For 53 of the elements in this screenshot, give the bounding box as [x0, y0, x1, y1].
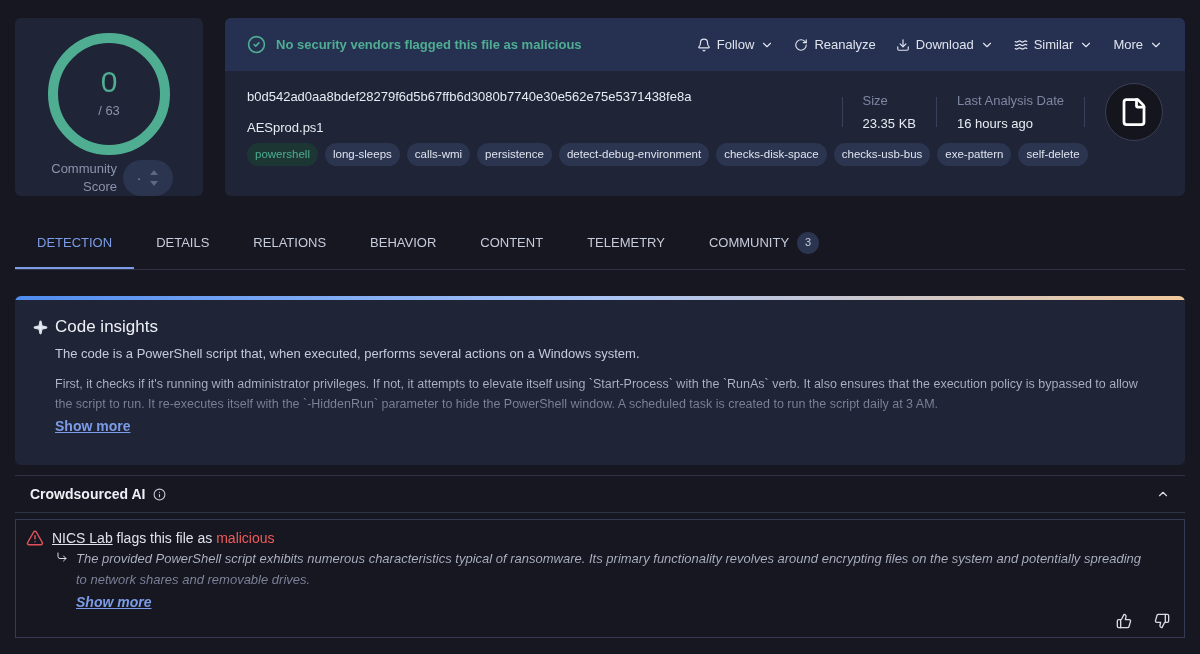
- tag[interactable]: long-sleeps: [325, 143, 400, 167]
- sparkle-icon: [33, 320, 48, 335]
- tag[interactable]: checks-usb-bus: [833, 143, 931, 167]
- file-name: AESprod.ps1: [247, 119, 324, 137]
- warning-icon: [26, 529, 44, 547]
- reply-arrow-icon: [56, 551, 68, 563]
- tab[interactable]: TELEMETRY: [565, 218, 687, 269]
- stat-value: 23.35 KB: [862, 114, 917, 133]
- tab[interactable]: CONTENT: [458, 218, 566, 269]
- tag[interactable]: checks-disk-space: [716, 143, 827, 167]
- detection-count: 0: [100, 67, 118, 98]
- thumbs-down-icon[interactable]: [1154, 613, 1170, 629]
- check-circle-icon: [247, 35, 266, 54]
- show-more-link[interactable]: Show more: [76, 594, 152, 610]
- card-title: Code insights: [55, 316, 159, 338]
- insight-paragraph: The code is a PowerShell script that, when executed, performs several actions on a Windows system.: [55, 344, 641, 363]
- section-title: Crowdsourced AI: [30, 485, 146, 504]
- tab[interactable]: DETAILS: [134, 218, 232, 269]
- tag[interactable]: detect-debug-environment: [558, 143, 710, 167]
- wavy-lines-icon: [1013, 37, 1028, 52]
- source-link[interactable]: NICS Lab: [52, 530, 113, 546]
- download-icon: [895, 37, 910, 52]
- refresh-icon: [794, 37, 809, 52]
- engine-total: / 63: [98, 102, 120, 121]
- tab[interactable]: COMMUNITY 3: [686, 218, 842, 269]
- verdict-text: No security vendors flagged this file as malicious: [276, 35, 582, 54]
- count-badge: 3: [797, 231, 820, 254]
- tag[interactable]: self-delete: [1018, 143, 1088, 167]
- tag[interactable]: powershell: [247, 143, 318, 167]
- stat-value: 16 hours ago: [957, 114, 1033, 133]
- tab[interactable]: BEHAVIOR: [348, 218, 459, 269]
- tag[interactable]: persistence: [477, 143, 552, 167]
- stat-label: Size: [862, 92, 888, 110]
- action-button[interactable]: Follow: [696, 34, 775, 55]
- action-button[interactable]: Download: [895, 34, 994, 55]
- verdict-line: NICS Lab flags this file as malicious: [52, 529, 275, 548]
- bell-icon: [696, 37, 711, 52]
- tag[interactable]: calls-wmi: [406, 143, 471, 167]
- tab[interactable]: DETECTION: [15, 218, 135, 269]
- up-down-arrows-icon: [149, 168, 160, 188]
- section-header[interactable]: Crowdsourced AI: [15, 476, 1185, 513]
- action-button[interactable]: Reanalyze: [794, 34, 876, 55]
- thumbs-up-icon[interactable]: [1116, 613, 1132, 629]
- community-score-control[interactable]: ·: [123, 160, 173, 196]
- stat-label: Last Analysis Date: [957, 92, 1064, 110]
- action-button[interactable]: More: [1113, 34, 1163, 55]
- community-score-label: Community Score: [50, 160, 117, 196]
- tag[interactable]: exe-pattern: [937, 143, 1012, 167]
- info-icon: [153, 487, 167, 501]
- action-button[interactable]: Similar: [1013, 34, 1094, 55]
- tab[interactable]: RELATIONS: [231, 218, 349, 269]
- show-more-link[interactable]: Show more: [55, 417, 131, 434]
- file-hash: b0d542ad0aa8bdef28279f6d5b67ffb6d3080b7740e30e562e75e5371438fe8a: [247, 87, 692, 106]
